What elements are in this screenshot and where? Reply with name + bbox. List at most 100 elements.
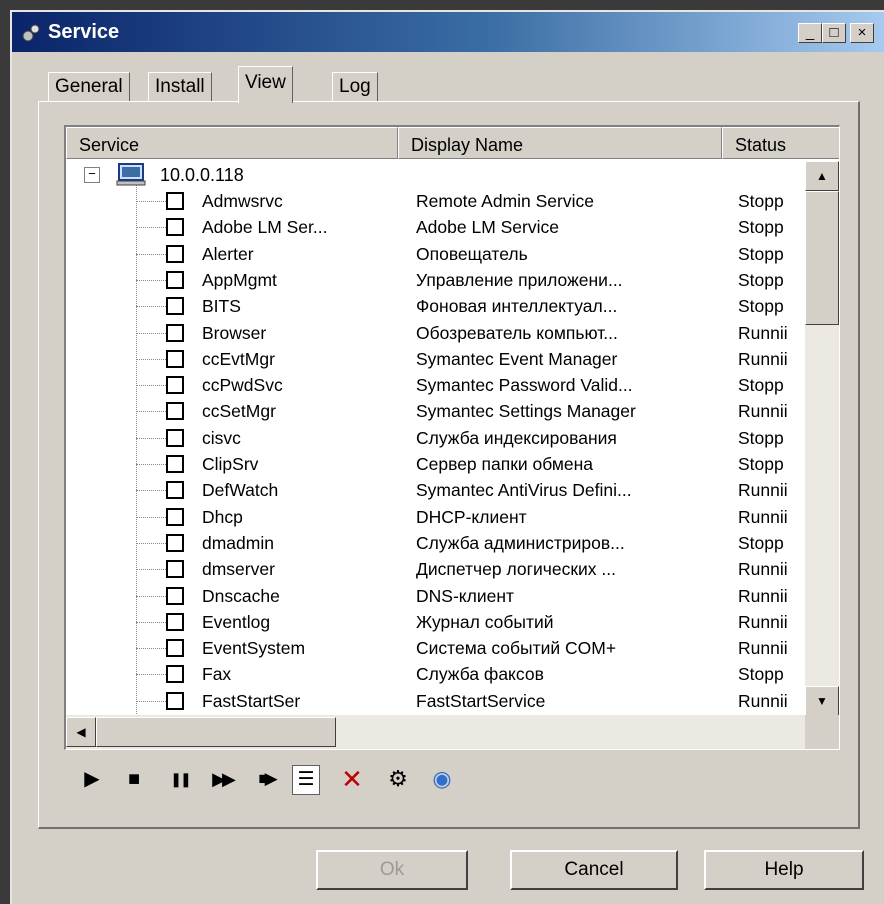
delete-icon[interactable]: ✕ xyxy=(336,762,368,796)
host-label: 10.0.0.118 xyxy=(160,165,244,185)
tab-install[interactable]: Install xyxy=(148,72,212,102)
column-header-display-name[interactable]: Display Name xyxy=(398,127,722,159)
service-display-name: Фоновая интеллектуал... xyxy=(416,296,618,317)
list-item[interactable]: Eventlog Журнал событий Runnii xyxy=(66,610,806,636)
list-item[interactable]: Dnscache DNS-клиент Runnii xyxy=(66,584,806,610)
scroll-down-button[interactable]: ▼ xyxy=(805,686,839,716)
service-status: Runnii xyxy=(738,585,788,606)
service-name: ClipSrv xyxy=(202,454,259,474)
list-item[interactable]: AppMgmt Управление приложени... Stopp xyxy=(66,268,806,294)
service-display-name: Служба факсов xyxy=(416,664,544,685)
tree-branch-line xyxy=(136,700,166,702)
refresh-icon[interactable]: ◉ xyxy=(426,762,458,796)
list-item[interactable]: ccSetMgr Symantec Settings Manager Runnii xyxy=(66,399,806,425)
list-item[interactable]: Dhcp DHCP-клиент Runnii xyxy=(66,505,806,531)
vertical-scrollbar[interactable]: ▲ ▼ xyxy=(805,161,839,716)
service-checkbox[interactable] xyxy=(166,612,184,631)
services-list[interactable]: Service Display Name Status − 10.0.0.118… xyxy=(64,125,840,750)
service-status: Stopp xyxy=(738,269,784,290)
service-status: Runnii xyxy=(738,690,788,711)
list-item[interactable]: Alerter Оповещатель Stopp xyxy=(66,242,806,268)
service-display-name: Служба индексирования xyxy=(416,427,617,448)
column-header-status[interactable]: Status xyxy=(722,127,839,159)
start-service-icon[interactable]: ▶ xyxy=(76,762,108,796)
tree-branch-line xyxy=(136,490,166,492)
pause-service-icon[interactable]: ❚❚ xyxy=(164,762,196,796)
service-status: Runnii xyxy=(738,559,788,580)
properties-icon[interactable]: ☰ xyxy=(292,765,320,795)
service-checkbox[interactable] xyxy=(166,665,184,684)
service-name: AppMgmt xyxy=(202,269,277,290)
service-checkbox[interactable] xyxy=(166,297,184,316)
tree-branch-line xyxy=(136,674,166,676)
service-checkbox[interactable] xyxy=(166,560,184,579)
service-checkbox[interactable] xyxy=(166,533,184,552)
service-status: Stopp xyxy=(738,191,784,211)
maximize-button[interactable]: □ xyxy=(822,23,846,43)
service-display-name: Оповещатель xyxy=(416,243,528,264)
service-status: Stopp xyxy=(738,454,784,474)
service-name: Eventlog xyxy=(202,611,271,632)
horizontal-scroll-thumb[interactable] xyxy=(96,717,336,747)
service-checkbox[interactable] xyxy=(166,349,184,368)
ok-button[interactable]: Ok xyxy=(316,850,468,890)
cancel-button[interactable]: Cancel xyxy=(510,850,678,890)
service-checkbox[interactable] xyxy=(166,244,184,263)
service-checkbox[interactable] xyxy=(166,481,184,500)
close-button[interactable]: × xyxy=(850,23,874,43)
list-item[interactable]: Fax Служба факсов Stopp xyxy=(66,662,806,688)
scroll-left-button[interactable]: ◀ xyxy=(66,717,96,747)
service-checkbox[interactable] xyxy=(166,691,184,710)
tree-branch-line xyxy=(136,358,166,360)
service-display-name: Symantec AntiVirus Defini... xyxy=(416,480,632,501)
service-checkbox[interactable] xyxy=(166,218,184,237)
list-item[interactable]: ccPwdSvc Symantec Password Valid... Stopp xyxy=(66,373,806,399)
list-item[interactable]: FastStartSer FastStartService Runnii xyxy=(66,689,806,715)
tree-branch-line xyxy=(136,621,166,623)
list-item[interactable]: EventSystem Система событий COM+ Runnii xyxy=(66,636,806,662)
service-status: Runnii xyxy=(738,348,788,369)
list-item[interactable]: DefWatch Symantec AntiVirus Defini... Runn… xyxy=(66,478,806,504)
service-checkbox[interactable] xyxy=(166,455,184,473)
service-display-name: Управление приложени... xyxy=(416,269,623,290)
service-checkbox[interactable] xyxy=(166,270,184,289)
title-bar[interactable]: Service _ □ × xyxy=(12,12,884,52)
collapse-toggle[interactable]: − xyxy=(84,167,100,183)
service-checkbox[interactable] xyxy=(166,192,184,210)
list-item[interactable]: cisvc Служба индексирования Stopp xyxy=(66,426,806,452)
help-button[interactable]: Help xyxy=(704,850,864,890)
list-item[interactable]: ClipSrv Сервер папки обмена Stopp xyxy=(66,452,806,478)
stop-service-icon[interactable]: ■ xyxy=(118,762,150,796)
tree-root-row[interactable]: − 10.0.0.118 xyxy=(66,163,806,189)
minimize-button[interactable]: _ xyxy=(798,23,822,43)
service-checkbox[interactable] xyxy=(166,323,184,342)
tree-branch-line xyxy=(136,648,166,650)
vertical-scroll-thumb[interactable] xyxy=(805,191,839,325)
resume-service-icon[interactable]: ▶▶ xyxy=(206,762,238,796)
list-item[interactable]: dmadmin Служба администриров... Stopp xyxy=(66,531,806,557)
list-item[interactable]: Adobe LM Ser... Adobe LM Service Stopp xyxy=(66,215,806,241)
service-name: Dnscache xyxy=(202,585,280,606)
tab-general[interactable]: General xyxy=(48,72,130,102)
service-checkbox[interactable] xyxy=(166,586,184,605)
list-item[interactable]: dmserver Диспетчер логических ... Runnii xyxy=(66,557,806,583)
column-header-service[interactable]: Service xyxy=(66,127,398,159)
service-checkbox[interactable] xyxy=(166,639,184,658)
list-item[interactable]: ccEvtMgr Symantec Event Manager Runnii xyxy=(66,347,806,373)
service-checkbox[interactable] xyxy=(166,402,184,421)
service-checkbox[interactable] xyxy=(166,376,184,395)
list-item[interactable]: Browser Обозреватель компьют... Runnii xyxy=(66,321,806,347)
restart-service-icon[interactable]: ■▶ xyxy=(250,762,282,796)
settings-icon[interactable]: ⚙ xyxy=(382,762,414,796)
tab-log[interactable]: Log xyxy=(332,72,378,102)
service-checkbox[interactable] xyxy=(166,507,184,526)
scroll-up-button[interactable]: ▲ xyxy=(805,161,839,191)
tree-branch-line xyxy=(136,306,166,308)
tab-view[interactable]: View xyxy=(238,66,293,103)
horizontal-scrollbar[interactable]: ◀ ▶ xyxy=(66,715,839,749)
list-item[interactable]: Admwsrvc Remote Admin Service Stopp xyxy=(66,189,806,215)
service-status: Stopp xyxy=(738,664,784,685)
list-item[interactable]: BITS Фоновая интеллектуал... Stopp xyxy=(66,294,806,320)
tree-branch-line xyxy=(136,516,166,518)
service-checkbox[interactable] xyxy=(166,428,184,447)
